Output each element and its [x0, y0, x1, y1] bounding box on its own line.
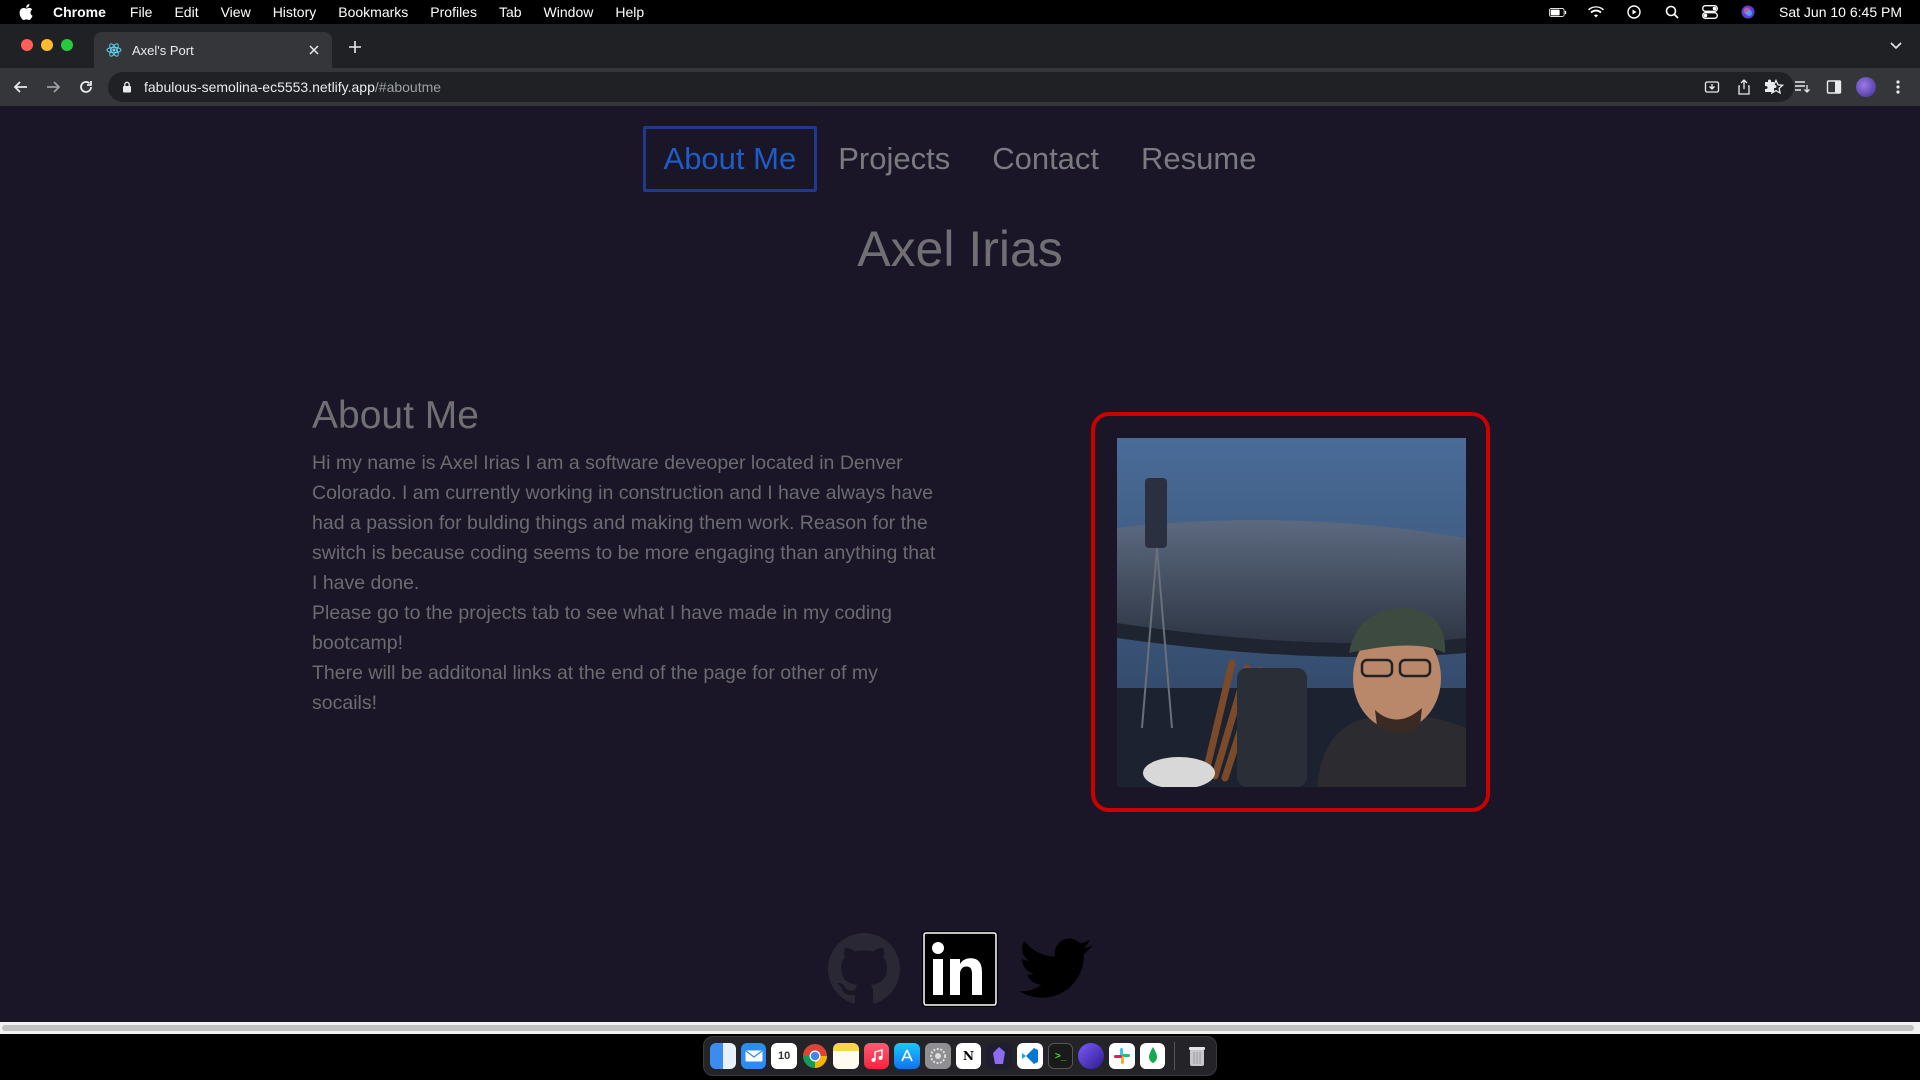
react-logo-icon: [106, 42, 122, 58]
profile-photo: [1117, 438, 1466, 787]
tab-title: Axel's Port: [132, 42, 194, 58]
twitter-icon[interactable]: [1018, 931, 1094, 1007]
share-icon[interactable]: [1736, 79, 1752, 95]
install-app-icon[interactable]: [1704, 79, 1720, 95]
about-text: Hi my name is Axel Irias I am a software…: [312, 448, 942, 718]
chrome-icon[interactable]: [802, 1043, 828, 1069]
menu-app-name[interactable]: Chrome: [53, 4, 106, 20]
spotlight-search-icon[interactable]: [1663, 5, 1681, 19]
app-store-icon[interactable]: [894, 1043, 921, 1069]
chevron-down-icon[interactable]: [1888, 38, 1904, 54]
url-host: fabulous-semolina-ec5553.netlify.app: [144, 79, 375, 95]
notion-icon[interactable]: N: [955, 1043, 982, 1069]
menu-bookmarks[interactable]: Bookmarks: [338, 4, 408, 20]
horizontal-scrollbar[interactable]: [0, 1022, 1920, 1034]
finder-icon[interactable]: [710, 1043, 736, 1069]
github-icon[interactable]: [826, 931, 902, 1007]
calendar-icon[interactable]: 10: [771, 1043, 798, 1069]
menu-tab[interactable]: Tab: [499, 4, 522, 20]
reload-icon[interactable]: [76, 77, 96, 97]
window-controls: [21, 39, 73, 51]
notes-icon[interactable]: [833, 1043, 859, 1069]
dock: 10 N >_: [703, 1036, 1217, 1076]
about-paragraph: Please go to the projects tab to see wha…: [312, 602, 892, 654]
profile-photo-frame: [1091, 412, 1490, 812]
new-tab-icon[interactable]: [346, 38, 364, 56]
browser-window: Axel's Port fabulous-semolina-ec5553.net…: [0, 24, 1920, 1034]
close-window-button[interactable]: [21, 39, 33, 51]
wifi-icon[interactable]: [1587, 5, 1605, 19]
battery-icon[interactable]: [1549, 5, 1567, 19]
control-center-icon[interactable]: [1701, 5, 1719, 19]
mail-icon[interactable]: [740, 1043, 767, 1069]
address-bar[interactable]: fabulous-semolina-ec5553.netlify.app/#ab…: [108, 72, 1794, 102]
menu-edit[interactable]: Edit: [174, 4, 198, 20]
menu-view[interactable]: View: [221, 4, 251, 20]
profile-avatar[interactable]: [1856, 77, 1876, 97]
about-paragraph: Hi my name is Axel Irias I am a software…: [312, 452, 936, 594]
mongodb-compass-icon[interactable]: [1139, 1043, 1166, 1069]
apple-menu-icon[interactable]: [17, 3, 35, 21]
minimize-window-button[interactable]: [41, 39, 53, 51]
extensions-puzzle-icon[interactable]: [1760, 77, 1780, 97]
back-arrow-icon[interactable]: [11, 77, 31, 97]
vscode-icon[interactable]: [1017, 1043, 1043, 1069]
tab-strip: Axel's Port: [0, 24, 1920, 68]
web-page: About Me Projects Contact Resume Axel Ir…: [0, 106, 1920, 1034]
menu-file[interactable]: File: [130, 4, 153, 20]
menu-bar: Chrome File Edit View History Bookmarks …: [0, 0, 1920, 24]
tab-axels-port[interactable]: Axel's Port: [94, 32, 332, 68]
menu-window[interactable]: Window: [544, 4, 594, 20]
nav-projects[interactable]: Projects: [817, 126, 971, 192]
side-panel-icon[interactable]: [1824, 77, 1844, 97]
play-circle-icon[interactable]: [1625, 5, 1643, 19]
about-paragraph: There will be additonal links at the end…: [312, 662, 878, 714]
site-navigation: About Me Projects Contact Resume: [0, 126, 1920, 192]
scrollbar-thumb[interactable]: [2, 1025, 1914, 1031]
terminal-icon[interactable]: >_: [1047, 1043, 1074, 1069]
lock-icon[interactable]: [120, 80, 134, 94]
url-path: /#aboutme: [374, 79, 442, 95]
menu-history[interactable]: History: [273, 4, 317, 20]
social-links: [0, 931, 1920, 1007]
siri-icon[interactable]: [1739, 5, 1757, 19]
nav-contact[interactable]: Contact: [971, 126, 1120, 192]
site-title: Axel Irias: [857, 221, 1063, 277]
linkedin-icon[interactable]: [922, 931, 998, 1007]
zoom-window-button[interactable]: [61, 39, 73, 51]
dock-separator: [1174, 1042, 1176, 1070]
obsidian-icon[interactable]: [986, 1043, 1013, 1069]
nav-resume[interactable]: Resume: [1120, 126, 1277, 192]
slack-icon[interactable]: [1109, 1043, 1135, 1069]
forward-arrow-icon[interactable]: [43, 77, 63, 97]
trash-icon[interactable]: [1184, 1043, 1210, 1069]
nav-about-me[interactable]: About Me: [642, 126, 818, 192]
kebab-menu-icon[interactable]: [1888, 77, 1908, 97]
menubar-clock[interactable]: Sat Jun 10 6:45 PM: [1779, 4, 1902, 20]
system-settings-icon[interactable]: [925, 1043, 951, 1069]
close-tab-icon[interactable]: [306, 42, 322, 58]
reading-list-icon[interactable]: [1792, 77, 1812, 97]
arc-icon[interactable]: [1078, 1043, 1105, 1069]
menu-help[interactable]: Help: [615, 4, 644, 20]
music-icon[interactable]: [863, 1043, 890, 1069]
menu-profiles[interactable]: Profiles: [430, 4, 477, 20]
browser-toolbar: fabulous-semolina-ec5553.netlify.app/#ab…: [0, 68, 1920, 106]
about-heading: About Me: [312, 394, 479, 437]
